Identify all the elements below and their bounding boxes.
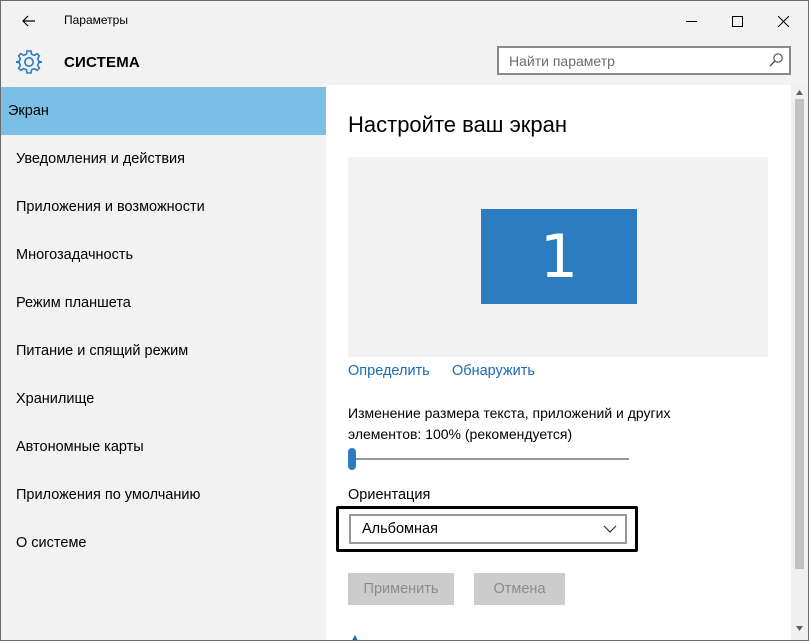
main-content: Настройте ваш экран 1 Определить Обнаруж…	[326, 85, 791, 640]
scrollbar[interactable]	[791, 85, 808, 640]
cancel-button[interactable]: Отмена	[474, 573, 565, 605]
title-bar: Параметры	[1, 1, 808, 41]
search-input[interactable]	[499, 48, 769, 73]
minimize-icon	[685, 20, 697, 22]
display-preview: 1	[348, 157, 768, 357]
sidebar-item-multitasking[interactable]: Многозадачность	[1, 231, 326, 279]
settings-window: Параметры СИСТЕМА Найти параметр Экран У…	[0, 0, 809, 641]
sidebar-item-apps-features[interactable]: Приложения и возможности	[1, 183, 326, 231]
settings-header: СИСТЕМА	[1, 41, 808, 85]
search-box[interactable]	[497, 46, 791, 75]
sidebar-item-label: Экран	[8, 103, 49, 119]
sidebar-item-display[interactable]: Экран	[1, 87, 326, 135]
orientation-focus-outline: Альбомная	[336, 506, 638, 552]
window-title: Параметры	[64, 13, 128, 27]
scale-label: Изменение размера текста, приложений и д…	[348, 405, 671, 442]
maximize-icon	[731, 15, 743, 27]
sidebar-item-power-sleep[interactable]: Питание и спящий режим	[1, 327, 326, 375]
sidebar-item-label: Питание и спящий режим	[16, 343, 189, 359]
orientation-label: Ориентация	[348, 487, 431, 503]
back-button[interactable]	[11, 7, 47, 35]
search-icon[interactable]	[768, 52, 784, 68]
chevron-down-icon	[603, 525, 617, 533]
sidebar-item-notifications[interactable]: Уведомления и действия	[1, 135, 326, 183]
caret-up-icon	[796, 89, 803, 95]
section-title: СИСТЕМА	[64, 54, 140, 71]
apply-button-label: Применить	[363, 581, 439, 597]
sidebar-item-storage[interactable]: Хранилище	[1, 375, 326, 423]
more-settings-link-partial: ▲	[348, 630, 362, 640]
orientation-dropdown[interactable]: Альбомная	[349, 514, 627, 544]
sidebar-item-label: Многозадачность	[16, 247, 134, 263]
scale-slider-thumb[interactable]	[348, 448, 356, 470]
scale-slider-track[interactable]	[350, 458, 629, 460]
sidebar-item-label: Приложения по умолчанию	[16, 487, 201, 503]
caret-down-icon	[796, 625, 803, 631]
sidebar-item-label: Автономные карты	[16, 439, 144, 455]
monitor-number: 1	[539, 221, 579, 292]
sidebar-item-about[interactable]: О системе	[1, 519, 326, 567]
sidebar-item-label: Хранилище	[16, 391, 95, 407]
close-icon	[777, 15, 789, 27]
detect-link[interactable]: Обнаружить	[452, 363, 535, 379]
sidebar-nav: Экран Уведомления и действия Приложения …	[1, 85, 326, 640]
identify-link[interactable]: Определить	[348, 363, 430, 379]
orientation-value: Альбомная	[362, 521, 438, 537]
scroll-thumb[interactable]	[795, 99, 804, 569]
minimize-button[interactable]	[668, 1, 714, 41]
cancel-button-label: Отмена	[493, 581, 546, 597]
maximize-button[interactable]	[714, 1, 760, 41]
close-button[interactable]	[760, 1, 806, 41]
sidebar-item-tablet-mode[interactable]: Режим планшета	[1, 279, 326, 327]
apply-button[interactable]: Применить	[348, 573, 454, 605]
gear-icon	[16, 50, 42, 74]
scroll-down-button[interactable]	[791, 621, 808, 635]
sidebar-item-default-apps[interactable]: Приложения по умолчанию	[1, 471, 326, 519]
sidebar-item-label: Приложения и возможности	[16, 199, 205, 215]
scroll-up-button[interactable]	[791, 85, 808, 99]
sidebar-item-offline-maps[interactable]: Автономные карты	[1, 423, 326, 471]
sidebar-item-label: О системе	[16, 535, 87, 551]
monitor-tile[interactable]: 1	[481, 209, 637, 304]
arrow-left-icon	[22, 15, 35, 27]
sidebar-item-label: Режим планшета	[16, 295, 131, 311]
page-title: Настройте ваш экран	[348, 112, 568, 137]
sidebar-item-label: Уведомления и действия	[16, 151, 185, 167]
